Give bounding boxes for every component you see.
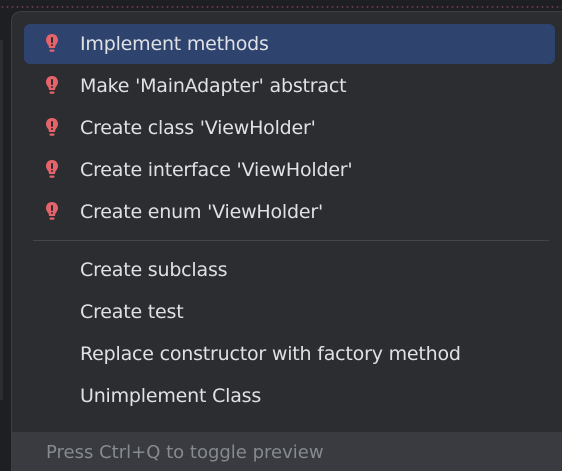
menu-item-label: Create test xyxy=(80,301,184,323)
intention-actions-popup: Implement methods Make 'MainAdapter' abs… xyxy=(11,11,562,471)
red-bulb-icon xyxy=(45,75,59,97)
red-bulb-icon xyxy=(45,117,59,139)
error-underline xyxy=(0,6,562,8)
menu-item-unimplement-class[interactable]: Unimplement Class xyxy=(24,376,555,416)
toggle-preview-hint: Press Ctrl+Q to toggle preview xyxy=(46,442,324,463)
editor-area: Implement methods Make 'MainAdapter' abs… xyxy=(0,0,562,471)
menu-item-create-test[interactable]: Create test xyxy=(24,292,555,332)
menu-item-label: Implement methods xyxy=(80,33,269,55)
menu-item-label: Make 'MainAdapter' abstract xyxy=(80,75,347,97)
menu-item-label: Create class 'ViewHolder' xyxy=(80,117,316,139)
red-bulb-icon xyxy=(45,201,59,223)
menu-item-replace-constructor[interactable]: Replace constructor with factory method xyxy=(24,334,555,374)
menu-item-label: Create subclass xyxy=(80,259,228,281)
menu-item-create-class[interactable]: Create class 'ViewHolder' xyxy=(24,108,555,148)
menu-item-label: Create interface 'ViewHolder' xyxy=(80,159,353,181)
red-bulb-icon xyxy=(45,159,59,181)
menu-item-create-enum[interactable]: Create enum 'ViewHolder' xyxy=(24,192,555,232)
menu-item-implement-methods[interactable]: Implement methods xyxy=(24,24,555,64)
menu-item-make-abstract[interactable]: Make 'MainAdapter' abstract xyxy=(24,66,555,106)
red-bulb-icon xyxy=(45,33,59,55)
menu-item-create-interface[interactable]: Create interface 'ViewHolder' xyxy=(24,150,555,190)
menu-item-create-subclass[interactable]: Create subclass xyxy=(24,250,555,290)
menu-item-label: Unimplement Class xyxy=(80,385,262,407)
popup-footer: Press Ctrl+Q to toggle preview xyxy=(12,432,562,471)
menu-item-label: Replace constructor with factory method xyxy=(80,343,461,365)
menu-separator xyxy=(33,240,549,241)
editor-gutter-edge xyxy=(0,40,3,400)
menu-item-label: Create enum 'ViewHolder' xyxy=(80,201,323,223)
